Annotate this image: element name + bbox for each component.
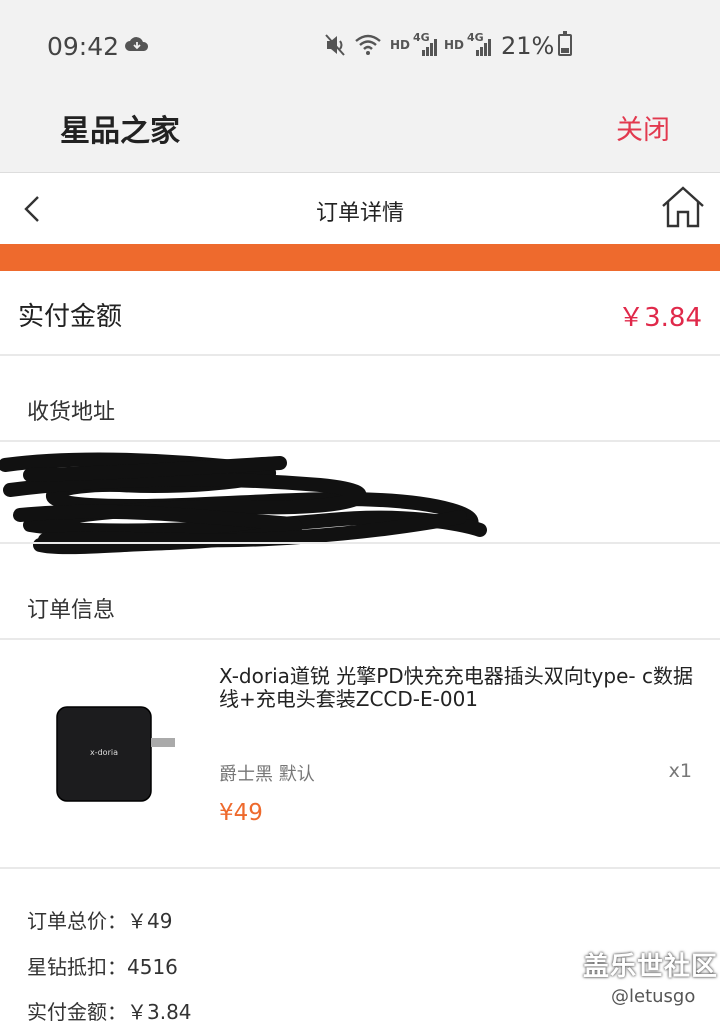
mute-icon: [325, 34, 345, 56]
product-spec: 爵士黑 默认: [219, 764, 315, 785]
watermark-title: 盖乐世社区: [583, 952, 719, 982]
app-title: 星品之家: [60, 114, 180, 149]
paid-amount-value: ￥3.84: [618, 303, 702, 333]
wifi-icon: [355, 34, 381, 55]
cloud-sync-icon: [125, 37, 149, 51]
order-total: 订单总价：￥49: [27, 909, 173, 933]
divider: [0, 354, 720, 356]
watermark-user: @letusgo: [611, 986, 696, 1007]
divider: [0, 440, 720, 442]
home-icon[interactable]: [660, 184, 706, 230]
divider: [0, 542, 720, 544]
divider: [0, 867, 720, 869]
status-bar: 09:42 HD 4G HD 4G 21%: [0, 0, 720, 90]
battery-percent: 21%: [501, 32, 555, 60]
page-title: 订单详情: [315, 201, 404, 226]
signal-icon-1: [422, 39, 437, 56]
signal-icon-2: [476, 39, 491, 56]
paid-amount-label: 实付金额: [18, 302, 123, 332]
product-price: ¥49: [219, 800, 263, 826]
order-info-section-label: 订单信息: [27, 598, 116, 623]
address-section-label: 收货地址: [27, 400, 116, 425]
battery-icon: [558, 31, 572, 56]
app-header: 星品之家 关闭: [0, 90, 720, 173]
paid-amount-summary: 实付金额：￥3.84: [27, 1000, 192, 1024]
status-time: 09:42: [47, 32, 120, 61]
product-title[interactable]: X-doria道锐 光擎PD快充充电器插头双向type- c数据线+充电头套装Z…: [219, 665, 699, 711]
product-quantity: x1: [668, 760, 692, 782]
nav-bar: 订单详情: [0, 174, 720, 244]
progress-strip: [0, 244, 720, 271]
product-image[interactable]: x-doria: [56, 705, 178, 803]
product-logo-text: x-doria: [90, 748, 118, 757]
hd-label-1: HD: [390, 38, 411, 52]
close-button[interactable]: 关闭: [616, 108, 670, 147]
diamond-discount: 星钻抵扣：4516: [27, 955, 178, 979]
hd-label-2: HD: [444, 38, 465, 52]
divider: [0, 638, 720, 640]
